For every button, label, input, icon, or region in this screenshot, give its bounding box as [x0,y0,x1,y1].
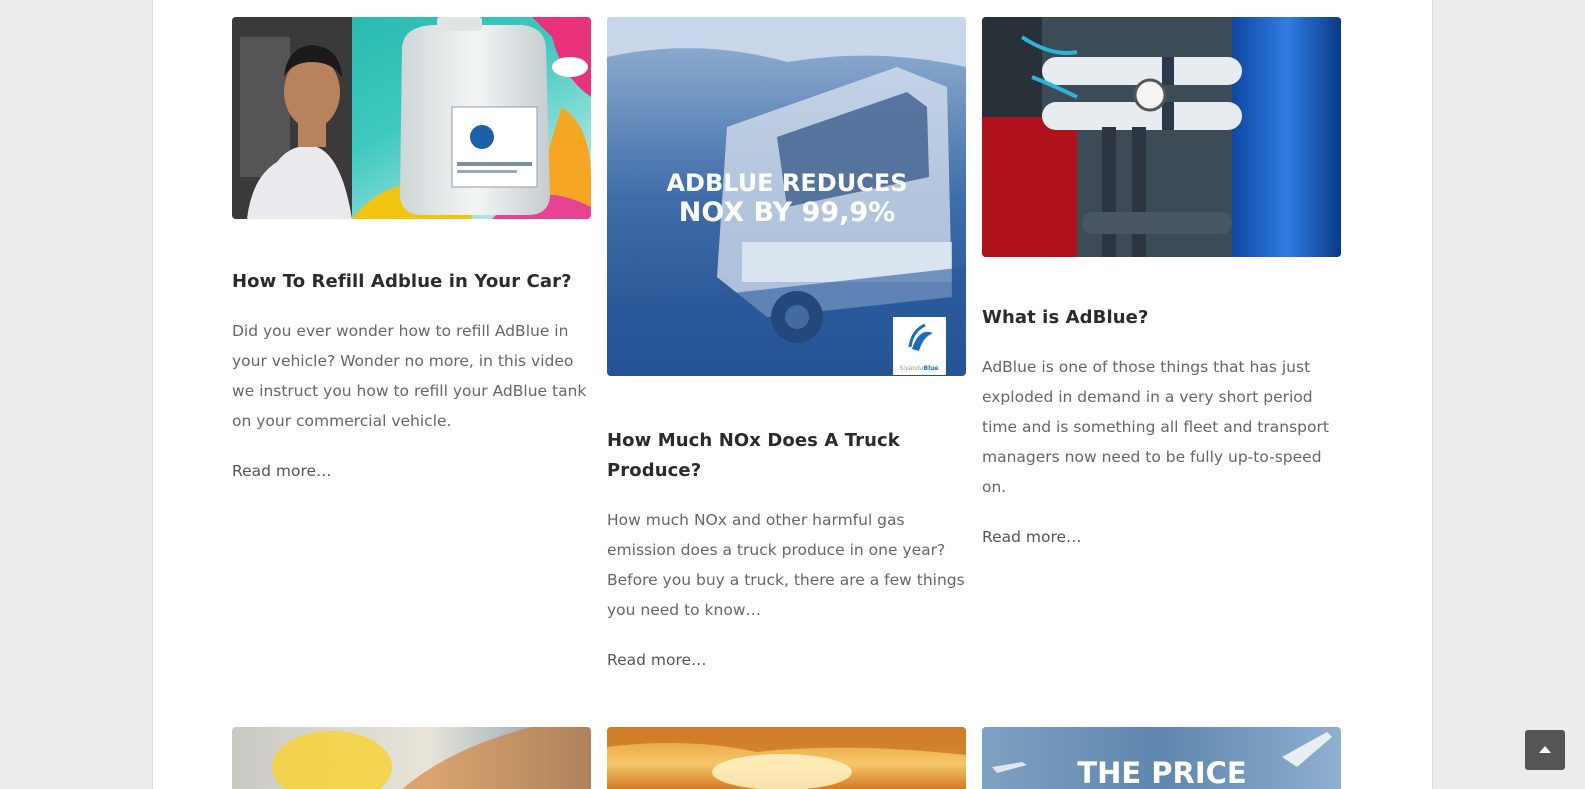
post-1-title[interactable]: How To Refill Adblue in Your Car? [232,267,591,297]
post-card-1: How To Refill Adblue in Your Car? Did yo… [232,17,591,486]
post-2-thumbnail[interactable]: SiyandaBlue ADBLUE REDUCES NOX BY 99,9% [607,17,966,376]
post-1-thumbnail[interactable] [232,17,591,219]
post-4-thumbnail[interactable] [232,727,591,789]
post-2-image: SiyandaBlue ADBLUE REDUCES NOX BY 99,9% [607,17,966,376]
post-2-read-more-link[interactable]: Read more… [607,645,966,675]
post-6-thumbnail[interactable]: THE PRICE [982,727,1341,789]
post-3-excerpt: AdBlue is one of those things that has j… [982,358,1329,496]
post-2-title[interactable]: How Much NOx Does A Truck Produce? [607,426,966,486]
post-2-excerpt: How much NOx and other harmful gas emiss… [607,511,965,619]
post-3-thumbnail[interactable] [982,17,1341,257]
post-6-image-text: THE PRICE [1077,756,1246,789]
post-5-image [607,727,966,789]
chevron-up-icon [1539,746,1551,753]
post-card-3: What is AdBlue? AdBlue is one of those t… [982,17,1341,552]
post-1-image [232,17,591,219]
content-area: How To Refill Adblue in Your Car? Did yo… [152,0,1433,789]
post-4-image [232,727,591,789]
post-6-image: THE PRICE [982,727,1341,789]
scroll-to-top-button[interactable] [1525,730,1565,770]
post-5-thumbnail[interactable] [607,727,966,789]
post-3-image [982,17,1341,257]
image-headline-line2: NOX BY 99,9% [679,197,896,228]
post-3-read-more-link[interactable]: Read more… [982,522,1341,552]
post-3-title[interactable]: What is AdBlue? [982,303,1341,333]
svg-text:SiyandaBlue: SiyandaBlue [900,365,939,372]
post-1-excerpt: Did you ever wonder how to refill AdBlue… [232,322,587,430]
post-1-read-more-link[interactable]: Read more… [232,456,591,486]
image-headline-line1: ADBLUE REDUCES [666,169,907,197]
post-card-2: SiyandaBlue ADBLUE REDUCES NOX BY 99,9% … [607,17,966,675]
